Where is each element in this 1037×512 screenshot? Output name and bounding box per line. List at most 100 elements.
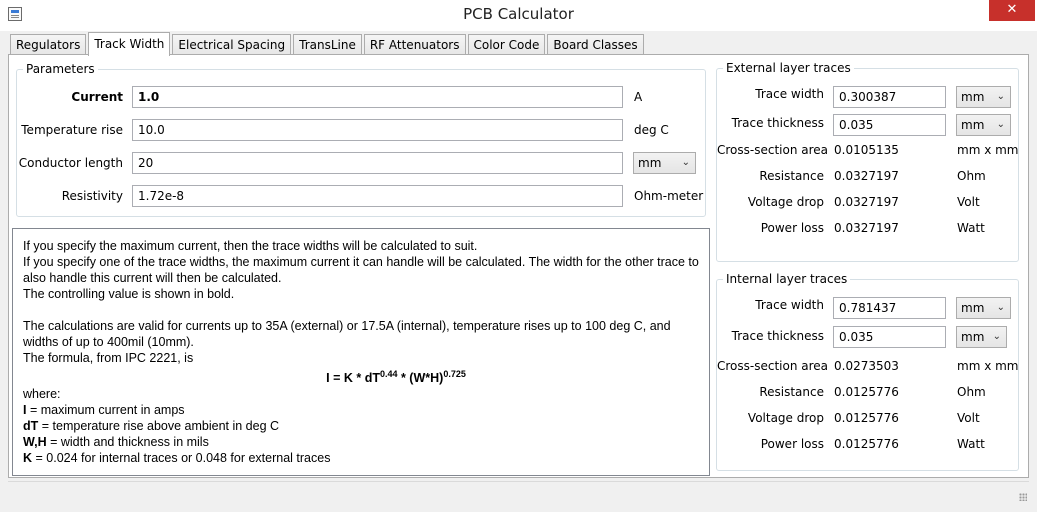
parameters-legend: Parameters	[23, 62, 98, 76]
info-line: where:	[23, 387, 61, 402]
formula-part: * (W*H)	[397, 371, 444, 386]
select-value: mm	[961, 90, 985, 104]
int-power-loss-value: 0.0125776	[834, 437, 899, 451]
tab-regulators[interactable]: Regulators	[10, 34, 87, 55]
definition-key: K	[23, 451, 33, 466]
ext-trace-width-label: Trace width	[755, 87, 824, 101]
conductor-length-unit-select[interactable]: mm ⌄	[633, 152, 696, 174]
ext-trace-thickness-unit-select[interactable]: mm ⌄	[956, 114, 1011, 136]
definition-key: dT	[23, 419, 39, 434]
tab-board-classes[interactable]: Board Classes	[547, 34, 644, 55]
info-text-box: If you specify the maximum current, then…	[12, 228, 710, 476]
definition-wh: W,H = width and thickness in mils	[23, 434, 699, 450]
close-button[interactable]: ✕	[989, 0, 1035, 21]
select-value: mm	[961, 330, 985, 344]
info-line: The calculations are valid for currents …	[23, 319, 671, 349]
formula-exponent: 0.725	[443, 369, 466, 379]
ext-power-loss-unit: Watt	[957, 221, 985, 235]
temperature-rise-unit: deg C	[634, 123, 669, 137]
ext-resistance-unit: Ohm	[957, 169, 986, 183]
info-line: The controlling value is shown in bold.	[23, 287, 235, 301]
definition-dt: dT = temperature rise above ambient in d…	[23, 418, 699, 434]
formula: I = K * dT0.44 * (W*H)0.725	[23, 366, 699, 386]
int-trace-thickness-label: Trace thickness	[731, 329, 824, 343]
internal-traces-group: Internal layer traces Trace width 0.7814…	[716, 272, 1019, 471]
chevron-down-icon: ⌄	[996, 119, 1005, 130]
ext-trace-thickness-label: Trace thickness	[731, 116, 824, 130]
int-voltage-drop-value: 0.0125776	[834, 411, 899, 425]
tab-electrical-spacing[interactable]: Electrical Spacing	[172, 34, 292, 55]
parameters-group: Parameters Current 1.0 A Temperature ris…	[16, 62, 706, 217]
int-trace-width-label: Trace width	[755, 298, 824, 312]
int-power-loss-unit: Watt	[957, 437, 985, 451]
ext-area-label: Cross-section area	[717, 143, 829, 157]
definition-i: I = maximum current in amps	[23, 402, 699, 418]
ext-area-unit: mm x mm	[957, 143, 1019, 157]
int-resistance-unit: Ohm	[957, 385, 986, 399]
int-resistance-label: Resistance	[759, 385, 824, 399]
status-bar	[8, 481, 1029, 503]
definition-text: = width and thickness in mils	[46, 435, 209, 450]
info-line: If you specify one of the trace widths, …	[23, 255, 699, 285]
ext-voltage-drop-value: 0.0327197	[834, 195, 899, 209]
ext-area-value: 0.0105135	[834, 143, 899, 157]
internal-legend: Internal layer traces	[723, 272, 851, 286]
resistivity-unit: Ohm-meter	[634, 189, 704, 203]
ext-trace-width-input[interactable]: 0.300387	[833, 86, 946, 108]
tab-color-code[interactable]: Color Code	[467, 34, 546, 55]
ext-trace-thickness-input[interactable]: 0.035	[833, 114, 946, 136]
int-trace-width-input[interactable]: 0.781437	[833, 297, 946, 319]
conductor-length-label: Conductor length	[18, 156, 123, 170]
int-area-value: 0.0273503	[834, 359, 899, 373]
info-line: The formula, from IPC 2221, is	[23, 351, 194, 365]
tab-rf-attenuators[interactable]: RF Attenuators	[363, 34, 466, 55]
int-power-loss-label: Power loss	[760, 437, 824, 451]
int-trace-thickness-input[interactable]: 0.035	[833, 326, 946, 348]
int-trace-thickness-unit-select[interactable]: mm ⌄	[956, 326, 1007, 348]
track-width-panel: Parameters Current 1.0 A Temperature ris…	[8, 54, 1029, 478]
definition-text: = 0.024 for internal traces or 0.048 for…	[32, 451, 331, 466]
resize-grip-icon[interactable]	[1019, 493, 1027, 501]
int-trace-width-unit-select[interactable]: mm ⌄	[956, 297, 1011, 319]
ext-voltage-drop-unit: Volt	[957, 195, 980, 209]
definition-key: W,H	[23, 435, 47, 450]
resistivity-input[interactable]: 1.72e-8	[132, 185, 623, 207]
definition-text: = temperature rise above ambient in deg …	[38, 419, 280, 434]
tab-transline[interactable]: TransLine	[293, 34, 362, 55]
int-area-unit: mm x mm	[957, 359, 1019, 373]
current-unit: A	[634, 90, 643, 104]
ext-resistance-value: 0.0327197	[834, 169, 899, 183]
definition-k: K = 0.024 for internal traces or 0.048 f…	[23, 450, 699, 466]
external-legend: External layer traces	[723, 61, 854, 75]
tab-track-width[interactable]: Track Width	[88, 32, 171, 56]
current-label: Current	[71, 90, 123, 104]
chevron-down-icon: ⌄	[681, 157, 690, 168]
conductor-length-unit-value: mm	[638, 156, 662, 170]
conductor-length-input[interactable]: 20	[132, 152, 623, 174]
formula-part: I = K * dT	[326, 371, 380, 386]
ext-trace-width-unit-select[interactable]: mm ⌄	[956, 86, 1011, 108]
tab-bar: Regulators Track Width Electrical Spacin…	[10, 32, 646, 56]
ext-power-loss-label: Power loss	[760, 221, 824, 235]
definition-text: = maximum current in amps	[26, 403, 185, 418]
ext-power-loss-value: 0.0327197	[834, 221, 899, 235]
window-title: PCB Calculator	[463, 5, 574, 23]
ext-voltage-drop-label: Voltage drop	[747, 195, 824, 209]
resistivity-label: Resistivity	[61, 189, 123, 203]
chevron-down-icon: ⌄	[996, 91, 1005, 102]
info-line: If you specify the maximum current, then…	[23, 239, 478, 253]
int-area-label: Cross-section area	[717, 359, 829, 373]
title-bar: PCB Calculator ✕	[0, 0, 1037, 31]
formula-exponent: 0.44	[379, 369, 398, 379]
external-traces-group: External layer traces Trace width 0.3003…	[716, 61, 1019, 262]
int-resistance-value: 0.0125776	[834, 385, 899, 399]
int-voltage-drop-unit: Volt	[957, 411, 980, 425]
current-input[interactable]: 1.0	[132, 86, 623, 108]
ext-resistance-label: Resistance	[759, 169, 824, 183]
select-value: mm	[961, 118, 985, 132]
int-voltage-drop-label: Voltage drop	[747, 411, 824, 425]
temperature-rise-input[interactable]: 10.0	[132, 119, 623, 141]
chevron-down-icon: ⌄	[996, 302, 1005, 313]
select-value: mm	[961, 301, 985, 315]
temperature-rise-label: Temperature rise	[21, 123, 123, 137]
